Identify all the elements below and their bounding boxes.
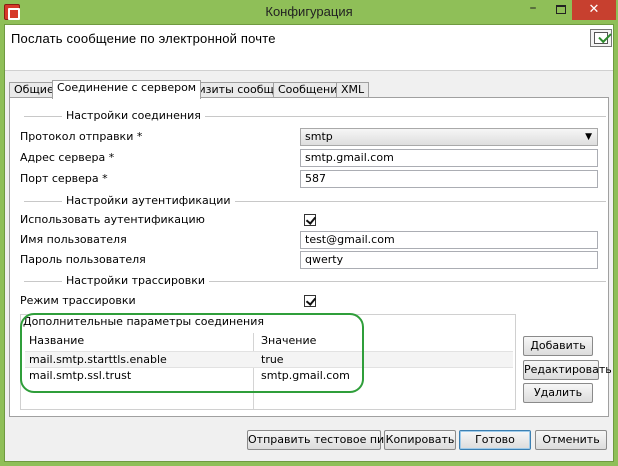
delete-param-button[interactable]: Удалить (523, 383, 593, 403)
trace-mode-checkbox[interactable] (304, 295, 316, 307)
connection-section-title: Настройки соединения (62, 110, 205, 122)
extra-params-title: Дополнительные параметры соединения (23, 315, 264, 328)
tab-server-connection[interactable]: Соединение с сервером (52, 80, 202, 99)
copy-button[interactable]: Копировать (384, 430, 456, 450)
port-label: Порт сервера * (20, 172, 108, 185)
password-input[interactable]: qwerty (300, 251, 598, 269)
column-header-value[interactable]: Значение (261, 333, 316, 349)
param-name: mail.smtp.ssl.trust (29, 369, 132, 382)
protocol-select[interactable]: smtp ▼ (300, 128, 598, 146)
close-button[interactable]: ✕ (572, 0, 616, 20)
server-input[interactable]: smtp.gmail.com (300, 149, 598, 167)
add-param-button[interactable]: Добавить (523, 336, 593, 356)
configuration-window: Конфигурация – ✕ Послать сообщение по эл… (0, 0, 618, 466)
param-value: true (261, 353, 284, 366)
maximize-button[interactable] (548, 0, 574, 20)
chevron-down-icon: ▼ (585, 132, 592, 142)
protocol-value: smtp (305, 130, 333, 143)
send-test-email-button[interactable]: Отправить тестовое письмо (247, 430, 412, 450)
param-value: smtp.gmail.com (261, 369, 350, 382)
ready-button[interactable]: Готово (459, 430, 531, 450)
minimize-button[interactable]: – (520, 0, 546, 20)
maximize-icon (556, 5, 566, 14)
trace-section-title: Настройки трассировки (62, 275, 209, 287)
port-input[interactable]: 587 (300, 170, 598, 188)
dialog-header: Послать сообщение по электронной почте (5, 25, 613, 71)
username-label: Имя пользователя (20, 233, 127, 246)
param-name: mail.smtp.starttls.enable (29, 353, 167, 366)
server-label: Адрес сервера * (20, 151, 115, 164)
trace-section-header: Настройки трассировки (24, 275, 606, 287)
dialog-client: Послать сообщение по электронной почте О… (4, 24, 614, 462)
use-auth-label: Использовать аутентификацию (20, 213, 205, 226)
username-input[interactable]: test@gmail.com (300, 231, 598, 249)
tab-xml[interactable]: XML (336, 82, 370, 98)
title-bar[interactable]: Конфигурация – ✕ (0, 0, 618, 24)
password-label: Пароль пользователя (20, 253, 146, 266)
connection-section-header: Настройки соединения (24, 110, 606, 122)
page-title: Послать сообщение по электронной почте (11, 31, 276, 46)
extra-params-group: Дополнительные параметры соединения Назв… (20, 314, 516, 410)
edit-param-button[interactable]: Редактировать (523, 360, 612, 380)
trace-mode-label: Режим трассировки (20, 294, 136, 307)
params-grid-header: Название Значение (25, 333, 513, 351)
use-auth-checkbox[interactable] (304, 214, 316, 226)
cancel-button[interactable]: Отменить (535, 430, 607, 450)
table-row[interactable]: mail.smtp.starttls.enable true (25, 351, 513, 367)
validate-icon[interactable] (590, 29, 612, 47)
server-connection-panel: Настройки соединения Протокол отправки *… (9, 97, 612, 417)
protocol-label: Протокол отправки * (20, 130, 143, 143)
auth-section-title: Настройки аутентификации (62, 195, 235, 207)
table-row[interactable]: mail.smtp.ssl.trust smtp.gmail.com (25, 367, 513, 383)
auth-section-header: Настройки аутентификации (24, 195, 606, 207)
column-header-name[interactable]: Название (29, 333, 84, 349)
